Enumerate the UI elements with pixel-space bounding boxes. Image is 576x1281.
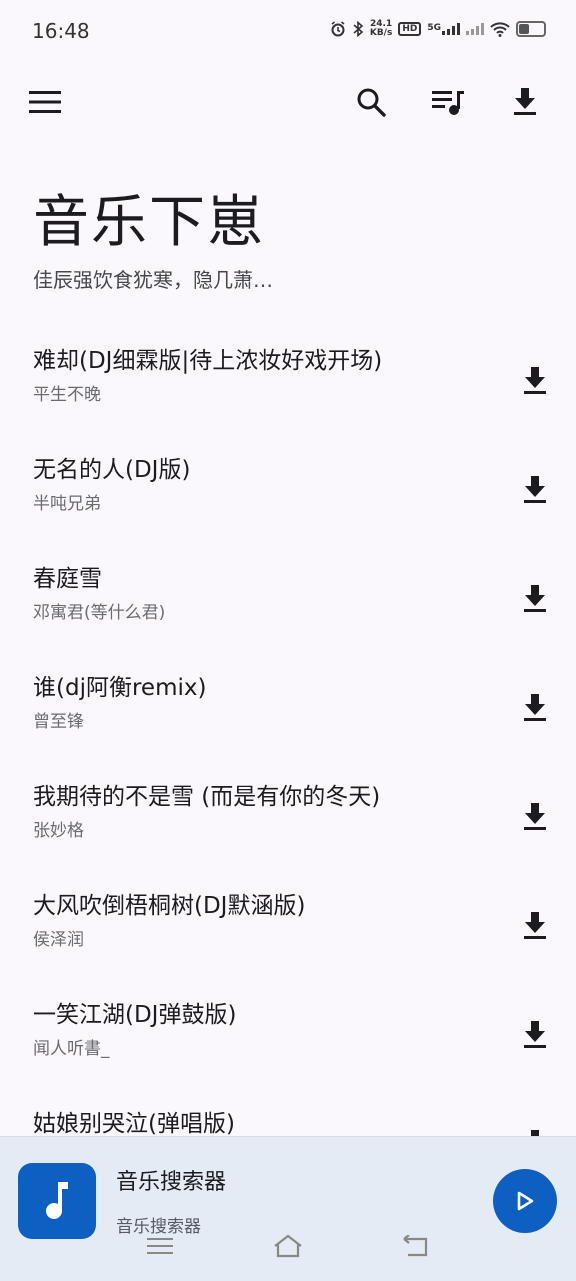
download-icon bbox=[524, 585, 546, 612]
song-title: 大风吹倒梧桐树(DJ默涵版) bbox=[33, 893, 306, 919]
song-artist: 张妙格 bbox=[33, 821, 84, 841]
song-artist: 半吨兄弟 bbox=[33, 494, 101, 514]
menu-button[interactable] bbox=[21, 78, 69, 126]
song-artist: 曾至锋 bbox=[33, 712, 84, 732]
status-bar: 16:48 24.1 KB/s HD 5G bbox=[0, 0, 576, 64]
nav-home-button[interactable] bbox=[268, 1228, 308, 1264]
hd-badge: HD bbox=[398, 22, 422, 36]
song-title: 谁(dj阿衡remix) bbox=[33, 675, 207, 701]
song-item[interactable]: 我期待的不是雪 (而是有你的冬天) 张妙格 bbox=[0, 764, 576, 873]
download-button[interactable] bbox=[511, 1011, 559, 1059]
download-icon bbox=[524, 912, 546, 939]
download-button[interactable] bbox=[511, 793, 559, 841]
download-icon bbox=[524, 476, 546, 503]
song-title: 难却(DJ细霖版|待上浓妆好戏开场) bbox=[33, 348, 383, 374]
song-list: 难却(DJ细霖版|待上浓妆好戏开场) 平生不晚 无名的人(DJ版) 半吨兄弟 春… bbox=[0, 328, 576, 1200]
menu-icon bbox=[29, 91, 61, 113]
song-title: 我期待的不是雪 (而是有你的冬天) bbox=[33, 784, 381, 810]
system-nav-bar bbox=[0, 1222, 576, 1270]
player-title: 音乐搜索器 bbox=[116, 1170, 227, 1195]
page-title: 音乐下崽 bbox=[33, 190, 265, 255]
nav-back-button[interactable] bbox=[396, 1228, 436, 1264]
song-item[interactable]: 谁(dj阿衡remix) 曾至锋 bbox=[0, 655, 576, 764]
song-item[interactable]: 难却(DJ细霖版|待上浓妆好戏开场) 平生不晚 bbox=[0, 328, 576, 437]
song-artist: 闻人听書_ bbox=[33, 1039, 110, 1059]
alarm-icon bbox=[330, 21, 346, 37]
download-icon bbox=[524, 1021, 546, 1048]
song-item[interactable]: 一笑江湖(DJ弹鼓版) 闻人听書_ bbox=[0, 982, 576, 1091]
download-icon bbox=[524, 694, 546, 721]
song-title: 无名的人(DJ版) bbox=[33, 457, 191, 483]
download-button[interactable] bbox=[511, 357, 559, 405]
home-icon bbox=[274, 1234, 302, 1258]
download-icon bbox=[524, 803, 546, 830]
download-all-button[interactable] bbox=[501, 78, 549, 126]
download-button[interactable] bbox=[511, 902, 559, 950]
download-button[interactable] bbox=[511, 466, 559, 514]
download-button[interactable] bbox=[511, 684, 559, 732]
search-button[interactable] bbox=[347, 78, 395, 126]
download-button[interactable] bbox=[511, 575, 559, 623]
song-title: 姑娘别哭泣(弹唱版) bbox=[33, 1111, 235, 1137]
nav-menu-button[interactable] bbox=[140, 1228, 180, 1264]
signal-icon-2 bbox=[466, 23, 484, 35]
status-icons: 24.1 KB/s HD 5G bbox=[330, 20, 546, 38]
nav-menu-icon bbox=[147, 1238, 173, 1254]
song-item[interactable]: 大风吹倒梧桐树(DJ默涵版) 侯泽润 bbox=[0, 873, 576, 982]
song-item[interactable]: 春庭雪 邓寓君(等什么君) bbox=[0, 546, 576, 655]
song-artist: 侯泽润 bbox=[33, 930, 84, 950]
playlist-icon bbox=[432, 91, 464, 115]
search-icon bbox=[357, 88, 386, 117]
signal-icon: 5G bbox=[427, 23, 460, 35]
battery-icon bbox=[516, 21, 546, 37]
song-artist: 平生不晚 bbox=[33, 385, 101, 405]
song-title: 春庭雪 bbox=[33, 566, 102, 592]
wifi-icon bbox=[490, 21, 510, 37]
back-icon bbox=[403, 1235, 428, 1257]
status-time: 16:48 bbox=[32, 19, 90, 43]
music-note-icon bbox=[46, 1182, 68, 1219]
song-artist: 邓寓君(等什么君) bbox=[33, 603, 166, 623]
bluetooth-icon bbox=[352, 21, 364, 37]
song-title: 一笑江湖(DJ弹鼓版) bbox=[33, 1002, 237, 1028]
play-icon bbox=[517, 1191, 534, 1211]
page-subtitle: 佳辰强饮食犹寒，隐几萧… bbox=[33, 268, 273, 292]
signal-label: 5G bbox=[427, 23, 441, 33]
playlist-button[interactable] bbox=[424, 78, 472, 126]
download-icon bbox=[524, 367, 546, 394]
net-speed-unit: KB/s bbox=[369, 28, 393, 38]
song-item[interactable]: 无名的人(DJ版) 半吨兄弟 bbox=[0, 437, 576, 546]
download-icon bbox=[514, 88, 536, 115]
top-toolbar bbox=[0, 70, 576, 134]
net-speed: 24.1 KB/s bbox=[370, 20, 392, 38]
